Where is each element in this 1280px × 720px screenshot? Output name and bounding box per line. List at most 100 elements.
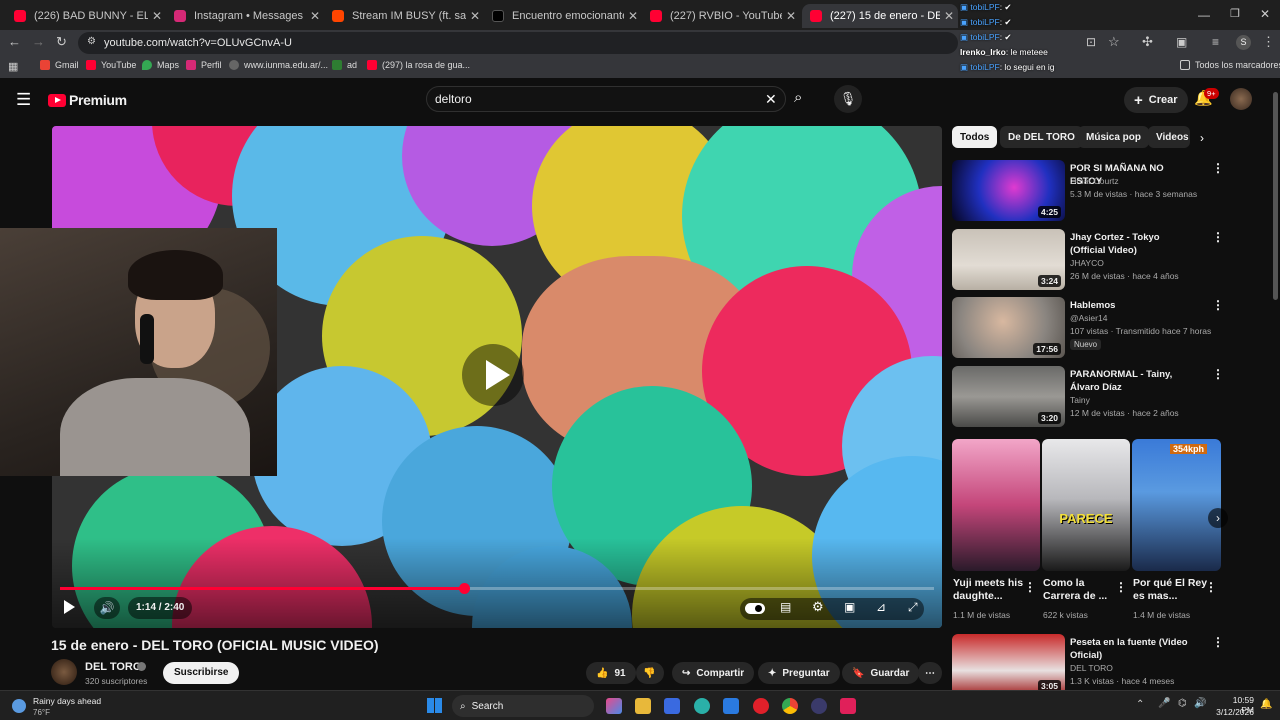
more-options-icon[interactable]: ⋮	[1212, 161, 1224, 175]
bookmark-item[interactable]: Maps	[142, 60, 179, 70]
subscribe-button[interactable]: Suscribirse	[163, 662, 240, 684]
browser-tab[interactable]: (226) BAD BUNNY - EL CLúB (V✕	[6, 4, 166, 28]
sidebar-icon[interactable]: ▣	[1176, 35, 1187, 49]
search-input[interactable]: deltoro ✕	[426, 86, 786, 112]
close-icon[interactable]: ✕	[148, 9, 166, 23]
bookmark-item[interactable]: Perfil	[186, 60, 222, 70]
network-icon[interactable]: ⌬	[1178, 698, 1187, 709]
fullscreen-icon[interactable]: ⤢	[908, 600, 918, 615]
youtube-logo[interactable]: Premium	[48, 92, 127, 108]
shorts-next-chevron-icon[interactable]: ›	[1208, 508, 1228, 528]
menu-kebab-icon[interactable]: ⋮	[1262, 34, 1275, 50]
recommendation-item[interactable]: 3:20 PARANORMAL - Tainy, Álvaro Díaz Tai…	[952, 366, 1252, 428]
avatar[interactable]	[1230, 88, 1252, 110]
close-icon[interactable]: ✕	[306, 9, 324, 23]
subtitles-icon[interactable]: ▤	[780, 600, 791, 614]
extensions-icon[interactable]: ✣	[1142, 34, 1153, 50]
bookmark-item[interactable]: ad	[332, 60, 357, 70]
share-button[interactable]: ↪ Compartir	[672, 662, 755, 684]
play-pause-icon[interactable]	[64, 600, 75, 614]
short-title[interactable]: Por qué El Rey es mas...	[1133, 577, 1213, 603]
chip-de-del-toro[interactable]: De DEL TORO	[1000, 126, 1083, 148]
maximize-icon[interactable]: ❐	[1230, 7, 1240, 20]
browser-tab[interactable]: (227) RVBIO - YouTube ✕	[642, 4, 800, 28]
windows-start-icon[interactable]	[427, 698, 442, 713]
miniplayer-icon[interactable]: ▣	[844, 600, 855, 614]
video-thumbnail[interactable]: 17:56	[952, 297, 1065, 358]
browser-tab[interactable]: Encuentro emocionante entre✕	[484, 4, 642, 28]
cast-icon[interactable]: ⊿	[876, 600, 886, 614]
close-icon[interactable]: ✕	[624, 9, 642, 23]
mic-icon[interactable]: 🎤	[1158, 698, 1170, 709]
short-thumbnail[interactable]	[952, 439, 1040, 571]
window-close-icon[interactable]: ✕	[1260, 7, 1270, 21]
media-icon[interactable]: ≡	[1212, 35, 1219, 49]
chip-videos[interactable]: Videos	[1148, 126, 1190, 148]
more-options-icon[interactable]: ⋮	[1115, 580, 1127, 594]
edge-icon[interactable]	[694, 698, 710, 714]
video-thumbnail[interactable]: 3:05	[952, 634, 1065, 690]
store-icon[interactable]	[664, 698, 680, 714]
save-button[interactable]: 🔖 Guardar	[842, 662, 920, 684]
clear-search-icon[interactable]: ✕	[765, 91, 777, 108]
dislike-button[interactable]: 👎	[636, 662, 664, 684]
browser-tab[interactable]: Stream IM BUSY (ft. sake1312) |✕	[324, 4, 484, 28]
more-options-icon[interactable]: ⋮	[1212, 635, 1224, 649]
channel-name[interactable]: DEL TORO	[85, 661, 141, 673]
browser-tab-active[interactable]: (227) 15 de enero - DEL TORO✕	[802, 4, 958, 28]
chip-musica-pop[interactable]: Música pop	[1078, 126, 1150, 148]
forward-icon[interactable]: →	[32, 34, 45, 49]
apps-grid-icon[interactable]: ▦	[8, 60, 18, 73]
url-input[interactable]: ⚙ youtube.com/watch?v=OLUvGCnvA-U	[78, 32, 958, 54]
tiktok-icon[interactable]	[840, 698, 856, 714]
recommendation-item[interactable]: 3:05 Peseta en la fuente (Video Oficial)…	[952, 634, 1252, 690]
speaker-icon[interactable]: 🔊	[1194, 698, 1206, 709]
volume-icon[interactable]: 🔊	[94, 597, 120, 619]
create-button[interactable]: + Crear	[1124, 87, 1188, 113]
page-scrollbar[interactable]	[1273, 92, 1278, 300]
tray-chevron-icon[interactable]: ⌃	[1136, 699, 1144, 710]
bookmark-item[interactable]: (297) la rosa de gua...	[367, 60, 470, 70]
short-title[interactable]: Yuji meets his daughte...	[953, 577, 1033, 603]
profile-avatar[interactable]: S	[1236, 35, 1251, 50]
notification-center-icon[interactable]: 🔔	[1260, 699, 1272, 710]
browser-tab[interactable]: Instagram • Messages ✕	[166, 4, 324, 28]
ask-button[interactable]: ✦ Preguntar	[758, 662, 840, 684]
short-title[interactable]: Como la Carrera de ...	[1043, 577, 1123, 603]
obs-icon[interactable]	[811, 698, 827, 714]
minimize-icon[interactable]: —	[1198, 8, 1210, 22]
video-thumbnail[interactable]: 3:20	[952, 366, 1065, 427]
weather-title[interactable]: Rainy days ahead	[33, 696, 101, 706]
bookmark-item[interactable]: Gmail	[40, 60, 79, 70]
voice-search-icon[interactable]: 🎙	[834, 85, 862, 113]
short-thumbnail[interactable]: PARECE	[1042, 439, 1130, 571]
copilot-icon[interactable]	[606, 698, 622, 714]
search-icon[interactable]: ⌕	[794, 89, 802, 106]
mail-icon[interactable]	[723, 698, 739, 714]
back-icon[interactable]: ←	[8, 34, 21, 49]
opera-icon[interactable]	[753, 698, 769, 714]
close-icon[interactable]: ✕	[782, 9, 800, 23]
file-explorer-icon[interactable]	[635, 698, 651, 714]
hamburger-menu-icon[interactable]: ☰	[16, 90, 31, 110]
video-thumbnail[interactable]: 3:24	[952, 229, 1065, 290]
more-options-icon[interactable]: ⋮	[1205, 580, 1217, 594]
more-options-icon[interactable]: ⋮	[1212, 230, 1224, 244]
bookmark-item[interactable]: YouTube	[86, 60, 136, 70]
all-bookmarks[interactable]: Todos los marcadores	[1180, 60, 1280, 70]
chrome-icon[interactable]	[782, 698, 798, 714]
short-thumbnail[interactable]: 354kph	[1132, 439, 1221, 571]
more-actions-button[interactable]: ⋯	[918, 662, 942, 684]
like-button[interactable]: 👍 91	[586, 662, 636, 684]
play-overlay-button[interactable]	[462, 344, 524, 406]
reload-icon[interactable]: ↻	[56, 34, 67, 50]
recommendation-item[interactable]: 3:24 Jhay Cortez - Tokyo (Official Video…	[952, 229, 1252, 291]
channel-avatar[interactable]	[51, 659, 77, 685]
progress-bar[interactable]	[60, 583, 934, 594]
close-icon[interactable]: ✕	[466, 9, 484, 23]
recommendation-item[interactable]: 4:25 POR SI MAÑANA NO ESTOY Omar Courtz …	[952, 160, 1252, 222]
close-icon[interactable]: ✕	[940, 9, 958, 23]
more-options-icon[interactable]: ⋮	[1212, 298, 1224, 312]
video-thumbnail[interactable]: 4:25	[952, 160, 1065, 221]
bookmark-item[interactable]: www.iunma.edu.ar/...	[229, 60, 328, 70]
